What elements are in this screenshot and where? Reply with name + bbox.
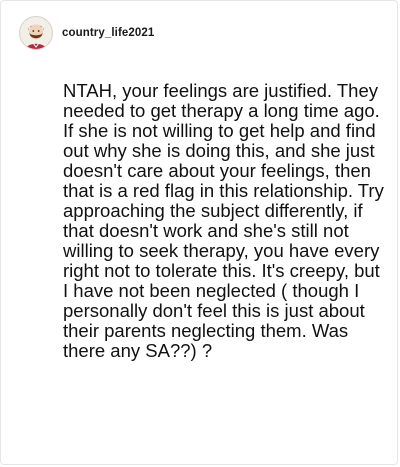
- comment-header: country_life2021: [19, 15, 154, 51]
- comment-card: country_life2021 NTAH, your feelings are…: [0, 0, 398, 465]
- username[interactable]: country_life2021: [62, 27, 154, 39]
- avatar[interactable]: [19, 16, 53, 50]
- comment-body: NTAH, your feelings are justified. They …: [63, 80, 384, 361]
- bearded-cartoon-avatar-icon: [26, 24, 46, 49]
